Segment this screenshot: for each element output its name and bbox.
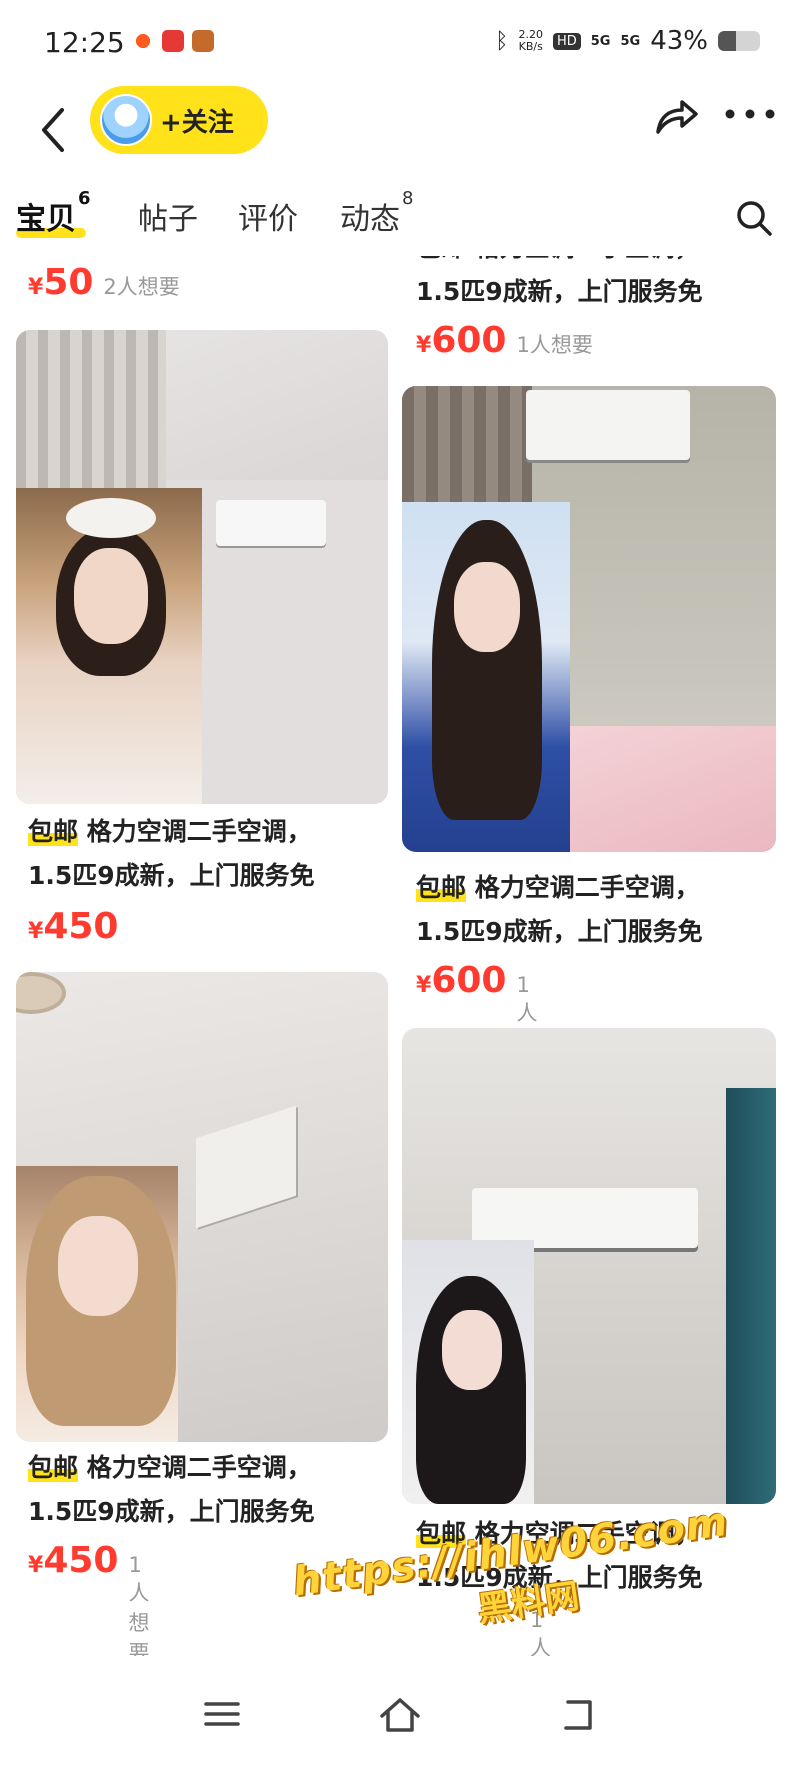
shop-header: +关注	[0, 86, 800, 196]
follow-button[interactable]: +关注	[90, 86, 268, 154]
free-shipping-tag: 包邮	[28, 817, 79, 846]
product-title[interactable]: 包邮 格力空调二手空调， 1.5匹9成新，上门服务免	[416, 866, 796, 954]
price-row: ¥ 450 1人想要	[28, 1540, 149, 1656]
tab-reviews[interactable]: 评价	[238, 194, 298, 238]
portrait-image	[16, 1166, 178, 1442]
product-title[interactable]: 包邮 格力空调二手空调， 1.5匹9成新，上门服务免	[28, 1446, 398, 1534]
product-photo[interactable]	[16, 972, 388, 1442]
system-nav-bar	[0, 1660, 800, 1777]
follow-label: +关注	[160, 107, 234, 138]
home-icon[interactable]	[376, 1690, 424, 1738]
app-notification-icon	[162, 30, 184, 52]
menu-icon[interactable]	[198, 1690, 246, 1738]
price-row: ¥ 450	[28, 906, 119, 947]
hd-badge: HD	[552, 32, 581, 50]
price-row: ¥ 50 2人想要	[28, 262, 180, 303]
air-conditioner-image	[472, 1188, 698, 1248]
tab-bar: 宝贝6 帖子 评价 动态8	[0, 186, 800, 256]
price: 600	[431, 320, 507, 361]
tab-items[interactable]: 宝贝6	[16, 188, 91, 238]
back-icon[interactable]	[32, 100, 72, 160]
search-icon[interactable]	[734, 198, 774, 238]
status-time: 12:25	[44, 26, 125, 59]
price: 450	[43, 1540, 119, 1581]
free-shipping-tag: 包邮	[416, 873, 467, 902]
air-conditioner-image	[526, 390, 690, 460]
avatar	[100, 94, 152, 146]
app-page: 12:25 ᛒ 2.20 KB/s HD 5G 5G 43% +关注 宝贝6 帖…	[0, 0, 800, 1777]
app-notification-icon	[192, 30, 214, 52]
battery-percent: 43%	[650, 26, 708, 56]
product-photo[interactable]	[16, 330, 388, 804]
portrait-image	[16, 488, 202, 804]
app-notification-icon	[132, 30, 154, 52]
price: 450	[43, 906, 119, 947]
back-nav-icon[interactable]	[554, 1690, 602, 1738]
portrait-image	[402, 1240, 534, 1504]
status-icons: ᛒ 2.20 KB/s HD 5G 5G 43%	[495, 26, 760, 56]
product-photo[interactable]	[402, 1028, 776, 1504]
tab-updates[interactable]: 动态8	[340, 188, 413, 238]
free-shipping-tag: 包邮	[28, 1453, 79, 1482]
signal-icon: 5G	[620, 33, 641, 49]
product-title[interactable]: 包邮 格力空调二手空调， 1.5匹9成新，上门服务免	[416, 256, 796, 314]
want-count: 2人想要	[103, 275, 180, 299]
signal-icon: 5G	[590, 33, 611, 49]
price: 600	[431, 960, 507, 1001]
tab-posts[interactable]: 帖子	[138, 194, 198, 238]
want-count: 1人想要	[516, 333, 593, 357]
want-count: 1人想要	[128, 1553, 150, 1656]
portrait-image	[402, 502, 570, 852]
net-speed: 2.20 KB/s	[518, 28, 543, 53]
battery-icon	[718, 31, 760, 51]
status-bar: 12:25 ᛒ 2.20 KB/s HD 5G 5G 43%	[0, 0, 800, 86]
bluetooth-icon: ᛒ	[495, 28, 509, 54]
product-feed: ¥ 50 2人想要 包邮 格力空调二手空调， 1.5匹9成新，上门服务免 ¥ 6…	[0, 256, 800, 1656]
price-row: ¥ 600 1人想要	[416, 320, 593, 361]
share-icon[interactable]	[652, 92, 700, 140]
product-title[interactable]: 包邮 格力空调二手空调， 1.5匹9成新，上门服务免	[28, 810, 398, 898]
air-conditioner-image	[216, 500, 326, 546]
price: 50	[43, 262, 94, 303]
product-photo[interactable]	[402, 386, 776, 852]
more-icon[interactable]	[722, 94, 778, 134]
